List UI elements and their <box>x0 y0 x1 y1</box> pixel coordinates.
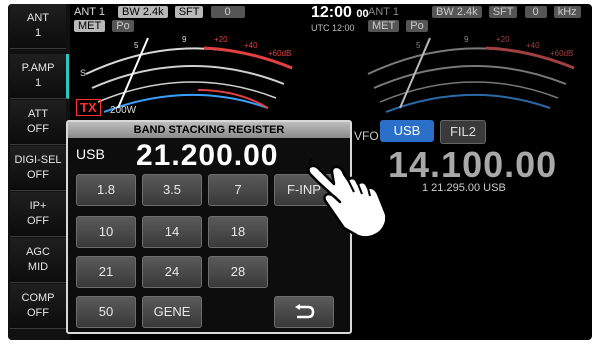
svg-text:+20: +20 <box>214 35 228 44</box>
right-ant-label: ANT 1 <box>368 6 399 18</box>
svg-text:9: 9 <box>182 35 187 44</box>
dialog-frequency: 21.200.00 <box>136 139 279 172</box>
right-sft-chip: SFT <box>488 6 518 18</box>
band-key-50[interactable]: 50 <box>76 296 136 328</box>
tx-power: 200W <box>110 105 137 116</box>
right-s-meter: 5 9 +20 +40 +60dB <box>367 35 575 113</box>
return-button[interactable] <box>274 296 334 328</box>
side-ipplus-name: IP+ <box>29 200 47 212</box>
side-ant-button[interactable]: ANT 1 <box>10 4 66 49</box>
left-s-meter: S 5 9 +20 +40 +60dB <box>80 35 293 113</box>
side-att-value: OFF <box>27 123 49 135</box>
band-key-28[interactable]: 28 <box>208 256 268 288</box>
utc-clock: UTC 12:00 <box>311 23 355 33</box>
svg-text:+40: +40 <box>526 41 540 50</box>
left-sft-value: 0 <box>210 6 245 18</box>
band-key-7[interactable]: 7 <box>208 174 268 206</box>
band-key-1-8[interactable]: 1.8 <box>76 174 136 206</box>
svg-text:9: 9 <box>464 35 469 44</box>
svg-text:5: 5 <box>134 41 139 50</box>
mode-usb-button[interactable]: USB <box>380 120 434 142</box>
right-bw-chip: BW 2.4k <box>432 6 482 18</box>
side-ipplus-button[interactable]: IP+ OFF <box>10 192 66 237</box>
filter-button[interactable]: FIL2 <box>440 120 486 144</box>
side-comp-button[interactable]: COMP OFF <box>10 284 66 329</box>
side-ant-value: 1 <box>34 27 42 39</box>
side-digisel-value: OFF <box>27 169 49 181</box>
radio-screen: ANT 1 P.AMP 1 ATT OFF DIGI-SEL OFF IP+ O… <box>8 4 592 340</box>
svg-text:5: 5 <box>416 41 421 50</box>
dialog-title: BAND STACKING REGISTER <box>68 122 350 138</box>
side-digisel-button[interactable]: DIGI-SEL OFF <box>10 146 66 191</box>
side-att-button[interactable]: ATT OFF <box>10 100 66 145</box>
right-sft-value: 0 <box>524 6 547 18</box>
svg-text:+60dB: +60dB <box>268 49 291 58</box>
return-icon <box>295 304 315 319</box>
side-digisel-name: DIGI-SEL <box>14 154 62 166</box>
right-unit-chip: kHz <box>553 6 581 18</box>
side-pamp-value: 1 <box>34 77 42 89</box>
vfo-label: VFO <box>354 129 379 143</box>
main-frequency: 14.100.00 <box>388 144 558 185</box>
side-ipplus-value: OFF <box>27 215 49 227</box>
side-menu: ANT 1 P.AMP 1 ATT OFF DIGI-SEL OFF IP+ O… <box>8 4 70 340</box>
dialog-mode: USB <box>76 146 105 162</box>
side-pamp-name: P.AMP <box>21 62 55 74</box>
side-comp-name: COMP <box>21 292 55 304</box>
clock: 12:00 00 <box>311 4 369 22</box>
svg-text:+20: +20 <box>496 35 510 44</box>
left-sft-chip: SFT <box>174 6 204 18</box>
left-bw-chip: BW 2.4k <box>118 6 168 18</box>
band-key-24[interactable]: 24 <box>142 256 202 288</box>
side-agc-name: AGC <box>26 246 50 258</box>
svg-text:S: S <box>80 68 86 78</box>
side-comp-value: OFF <box>27 307 49 319</box>
side-agc-value: MID <box>27 261 49 273</box>
side-agc-button[interactable]: AGC MID <box>10 238 66 283</box>
side-pamp-button[interactable]: P.AMP 1 <box>10 54 69 99</box>
band-key-14[interactable]: 14 <box>142 216 202 248</box>
side-ant-name: ANT <box>27 12 49 24</box>
svg-text:+60dB: +60dB <box>550 49 573 58</box>
side-att-name: ATT <box>28 108 48 120</box>
band-key-21[interactable]: 21 <box>76 256 136 288</box>
band-key-18[interactable]: 18 <box>208 216 268 248</box>
svg-text:+40: +40 <box>244 41 258 50</box>
left-ant-label: ANT 1 <box>74 6 105 18</box>
clock-suffix: 00 <box>356 8 369 20</box>
tx-badge: TX <box>76 99 101 116</box>
band-key-10[interactable]: 10 <box>76 216 136 248</box>
pointing-hand-icon <box>307 158 388 239</box>
band-key-3-5[interactable]: 3.5 <box>142 174 202 206</box>
clock-time: 12:00 <box>311 4 352 21</box>
sub-frequency: 1 21.295.00 USB <box>422 182 506 194</box>
band-key-gene[interactable]: GENE <box>142 296 202 328</box>
